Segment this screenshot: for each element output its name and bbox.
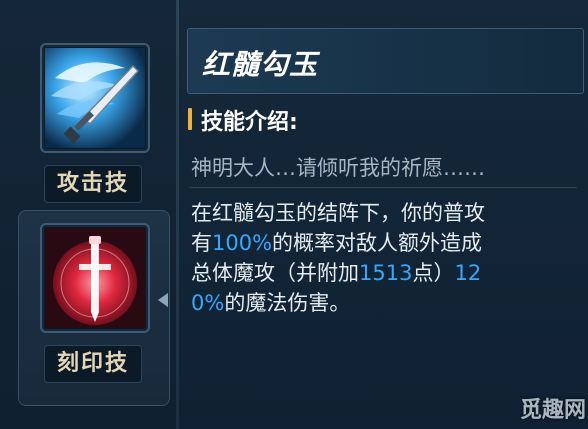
skill-title-bar: 红髓勾玉: [187, 28, 584, 94]
skill-description: 在红髓勾玉的结阵下，你的普攻 有100%的概率对敌人额外造成 总体魔攻（并附加1…: [191, 198, 583, 318]
desc-line-1: 在红髓勾玉的结阵下，你的普攻: [191, 201, 485, 225]
desc-highlight-bonus: 1513: [359, 261, 413, 285]
winged-sword-icon: [45, 48, 145, 148]
attack-skill-icon-frame[interactable]: [40, 43, 150, 153]
desc-highlight-chance: 100%: [212, 231, 273, 255]
desc-text: 点）: [412, 261, 455, 285]
crimson-sword-emblem-icon: [45, 228, 145, 328]
site-watermark: 觅趣网: [520, 398, 587, 423]
desc-text: 有: [191, 231, 212, 255]
skill-flavor-text: 神明大人…请倾听我的祈愿……: [191, 156, 485, 180]
skill-detail-panel: 红髓勾玉 技能介绍: 神明大人…请倾听我的祈愿…… 在红髓勾玉的结阵下，你的普攻…: [179, 0, 588, 429]
desc-line-3: 总体魔攻（并附加1513点）12: [191, 258, 583, 288]
desc-text: 的概率对敌人额外造成: [272, 231, 483, 255]
engrave-skill-icon-frame[interactable]: [40, 223, 150, 333]
skill-label-attack[interactable]: 攻击技: [44, 165, 142, 203]
selection-arrow-icon: [158, 293, 168, 307]
skill-intro-heading: 技能介绍:: [201, 110, 298, 135]
section-marker-icon: [188, 108, 192, 130]
skill-title: 红髓勾玉: [202, 48, 319, 81]
desc-highlight-percent-end: 0%: [191, 291, 225, 315]
skill-list-panel: 攻击技 刻印技: [0, 0, 176, 429]
desc-text: 总体魔攻（并附加: [191, 261, 359, 285]
desc-line-4: 0%的魔法伤害。: [191, 288, 583, 318]
section-divider: [189, 187, 577, 188]
skill-label-engrave[interactable]: 刻印技: [44, 345, 142, 383]
desc-line-2: 有100%的概率对敌人额外造成: [191, 228, 583, 258]
desc-highlight-percent-start: 12: [454, 261, 482, 285]
desc-text: 的魔法伤害。: [224, 291, 351, 315]
